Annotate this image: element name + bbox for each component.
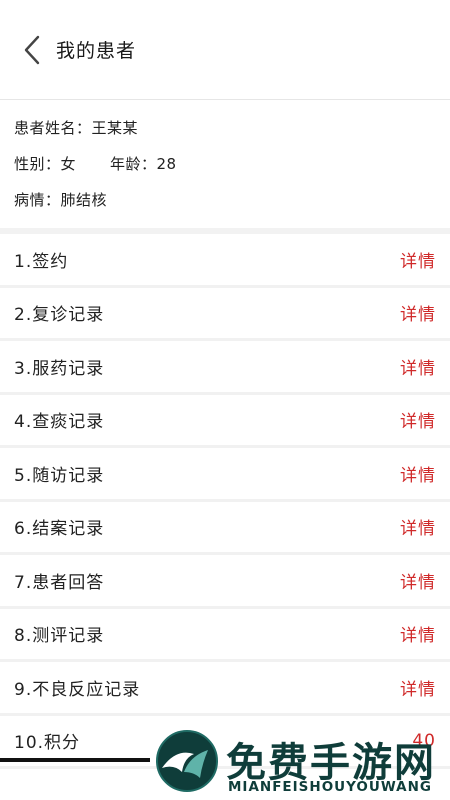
details-link[interactable]: 详情 [400,461,436,486]
record-list: 1.签约 详情 2.复诊记录 详情 3.服药记录 详情 4.查痰记录 详情 5.… [0,234,450,769]
back-button[interactable] [18,32,46,68]
record-row-medication[interactable]: 3.服药记录 详情 [0,341,450,395]
details-link[interactable]: 详情 [400,675,436,700]
record-row-sign[interactable]: 1.签约 详情 [0,234,450,288]
chevron-left-icon [24,35,40,64]
app-header: 我的患者 [0,0,450,100]
record-row-closure[interactable]: 6.结案记录 详情 [0,501,450,555]
details-link[interactable]: 详情 [400,300,436,325]
record-label: 10.积分 [14,733,81,754]
details-link[interactable]: 详情 [400,621,436,646]
record-label: 9.不良反应记录 [14,679,141,700]
patient-age: 年龄：28 [110,155,177,173]
page-title: 我的患者 [56,40,137,62]
watermark-subtitle: MIANFEISHOUYOUWANG [228,779,432,795]
points-value: 40 [412,730,436,751]
patient-name: 患者姓名：王某某 [14,119,139,137]
details-link[interactable]: 详情 [400,514,436,539]
patient-info-panel: 患者姓名：王某某 性别：女 年龄：28 病情：肺结核 [0,100,450,234]
record-label: 1.签约 [14,251,69,272]
record-label: 7.患者回答 [14,572,105,593]
patient-gender-age: 性别：女 年龄：28 [14,150,436,186]
record-label: 3.服药记录 [14,358,105,379]
details-link[interactable]: 详情 [400,568,436,593]
record-row-assessment[interactable]: 8.测评记录 详情 [0,608,450,662]
details-link[interactable]: 详情 [400,247,436,272]
patient-condition: 病情：肺结核 [14,191,108,209]
record-row-revisit[interactable]: 2.复诊记录 详情 [0,287,450,341]
record-label: 4.查痰记录 [14,412,105,433]
patient-gender: 性别：女 [14,155,77,173]
record-row-adverse[interactable]: 9.不良反应记录 详情 [0,662,450,716]
record-label: 8.测评记录 [14,626,105,647]
record-row-points[interactable]: 10.积分 40 [0,715,450,769]
record-row-sputum[interactable]: 4.查痰记录 详情 [0,394,450,448]
record-row-answers[interactable]: 7.患者回答 详情 [0,555,450,609]
record-label: 6.结案记录 [14,519,105,540]
record-label: 2.复诊记录 [14,305,105,326]
details-link[interactable]: 详情 [400,354,436,379]
details-link[interactable]: 详情 [400,407,436,432]
record-label: 5.随访记录 [14,465,105,486]
record-row-followup[interactable]: 5.随访记录 详情 [0,448,450,502]
